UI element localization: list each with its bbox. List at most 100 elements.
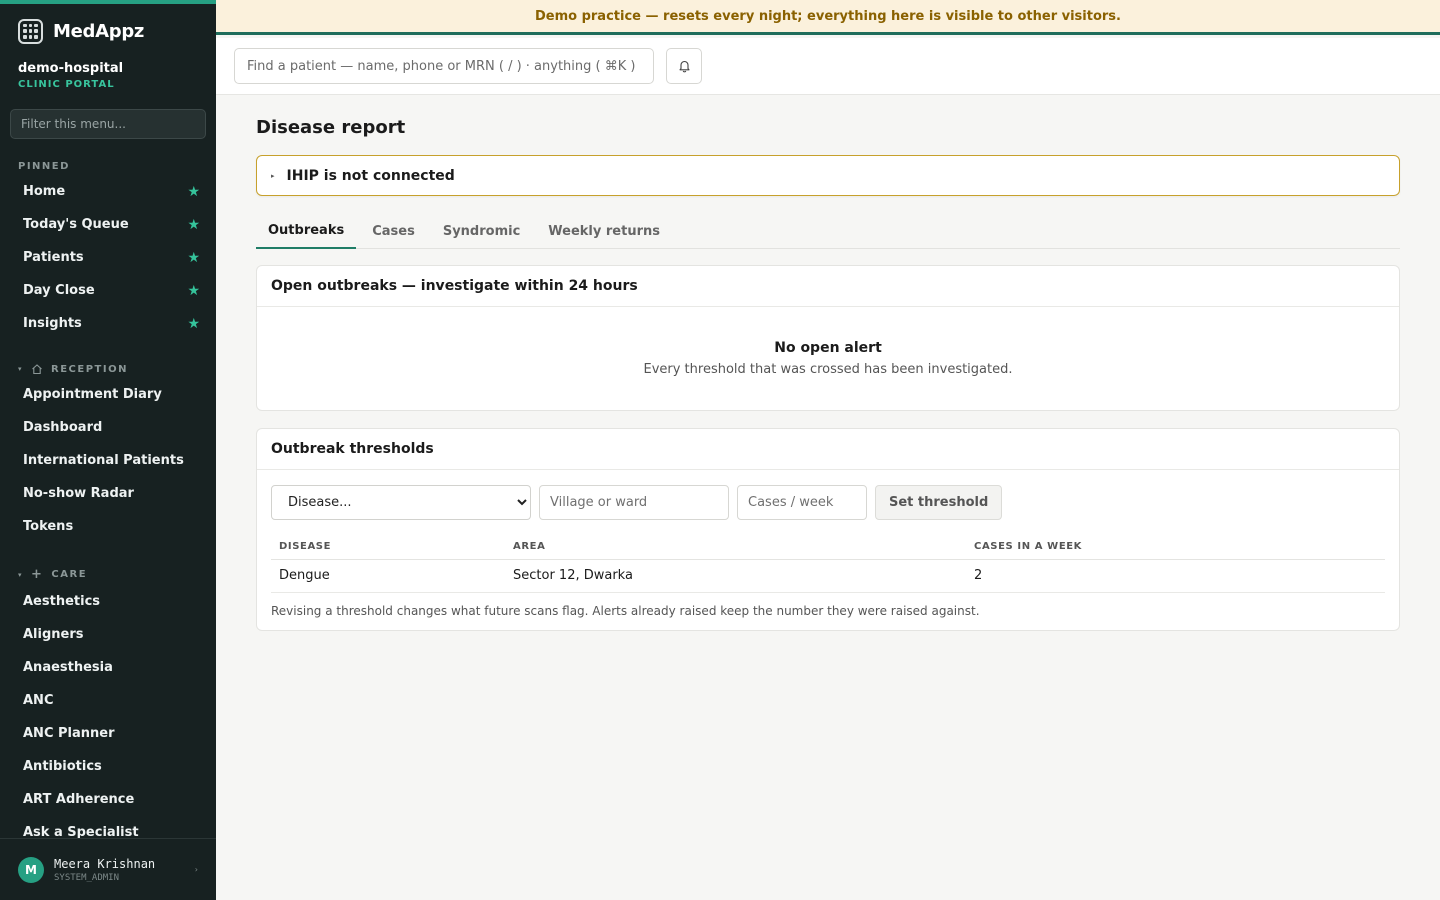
sidebar: MedAppz demo-hospital CLINIC PORTAL PINN… (0, 0, 216, 900)
notifications-button[interactable] (666, 48, 702, 84)
brand-name: MedAppz (53, 20, 145, 42)
sidebar-item-anc[interactable]: ANC (0, 684, 216, 717)
cell-cases: 2 (966, 559, 1385, 593)
threshold-form: Disease... Set threshold (257, 470, 1399, 520)
user-menu[interactable]: M Meera Krishnan SYSTEM_ADMIN › (0, 838, 216, 900)
brand[interactable]: MedAppz (0, 4, 216, 44)
threshold-note: Revising a threshold changes what future… (271, 603, 980, 618)
tab-cases[interactable]: Cases (360, 214, 427, 249)
sidebar-item-anc-planner[interactable]: ANC Planner (0, 717, 216, 750)
user-role: SYSTEM_ADMIN (54, 872, 120, 883)
sidebar-item-art-adherence[interactable]: ART Adherence (0, 783, 216, 816)
sidebar-item-label: Dashboard (23, 420, 103, 435)
open-outbreaks-card: Open outbreaks — investigate within 24 h… (256, 265, 1400, 411)
sidebar-item-anaesthesia[interactable]: Anaesthesia (0, 651, 216, 684)
sidebar-item-day-close[interactable]: Day Close ★ (0, 274, 216, 307)
section-label-text: RECEPTION (51, 363, 128, 375)
demo-banner-text: Demo practice — resets every night; ever… (534, 8, 1121, 24)
tab-weekly-returns[interactable]: Weekly returns (536, 214, 672, 249)
cases-per-week-input[interactable] (737, 485, 867, 520)
pinned-list: Home ★ Today's Queue ★ Patients ★ Day Close… (0, 175, 216, 340)
report-tabs: Outbreaks Cases Syndromic Weekly returns (256, 214, 1400, 249)
column-header-area: AREA (505, 534, 966, 560)
sidebar-item-international-patients[interactable]: International Patients (0, 444, 216, 477)
sidebar-item-antibiotics[interactable]: Antibiotics (0, 750, 216, 783)
section-toggle-care[interactable]: ▾ + CARE (0, 567, 216, 582)
table-row[interactable]: Dengue Sector 12, Dwarka 2 (271, 559, 1385, 593)
card-title: Outbreak thresholds (257, 429, 1399, 470)
disease-select[interactable]: Disease... (271, 485, 531, 520)
sidebar-item-label: Day Close (23, 283, 95, 298)
user-info: Meera Krishnan SYSTEM_ADMIN (54, 857, 155, 883)
ihip-status-text: IHIP is not connected (286, 167, 455, 184)
sidebar-item-label: ANC (23, 693, 54, 708)
table-header-row: DISEASE AREA CASES IN A WEEK (271, 534, 1385, 560)
cell-area: Sector 12, Dwarka (505, 559, 966, 593)
caret-down-icon: ▾ (18, 365, 24, 373)
sidebar-item-label: Anaesthesia (23, 660, 113, 675)
section-label-text: PINNED (18, 161, 70, 172)
sidebar-item-label: International Patients (23, 453, 184, 468)
sidebar-item-label: No-show Radar (23, 486, 134, 501)
village-ward-input[interactable] (539, 485, 729, 520)
set-threshold-button[interactable]: Set threshold (875, 485, 1003, 520)
org-subtitle: CLINIC PORTAL (18, 79, 115, 90)
thresholds-table: DISEASE AREA CASES IN A WEEK Dengue Sect… (271, 534, 1385, 593)
star-icon[interactable]: ★ (187, 217, 200, 233)
section-toggle-reception[interactable]: ▾ RECEPTION (0, 363, 216, 375)
sidebar-item-aligners[interactable]: Aligners (0, 618, 216, 651)
org-info: demo-hospital CLINIC PORTAL (0, 44, 216, 90)
section-label-text: CARE (51, 569, 88, 580)
card-title: Open outbreaks — investigate within 24 h… (257, 266, 1399, 307)
empty-state-title: No open alert (774, 340, 882, 356)
sidebar-item-patients[interactable]: Patients ★ (0, 241, 216, 274)
sidebar-item-todays-queue[interactable]: Today's Queue ★ (0, 208, 216, 241)
empty-state-message: Every threshold that was crossed has bee… (643, 362, 1013, 377)
star-icon[interactable]: ★ (187, 316, 200, 332)
plus-icon: + (31, 567, 44, 582)
sidebar-item-label: ART Adherence (23, 792, 135, 807)
triangle-right-icon: ▸ (271, 171, 275, 180)
user-name: Meera Krishnan (54, 856, 156, 871)
ihip-status-disclosure[interactable]: ▸ IHIP is not connected (256, 155, 1400, 196)
menu-filter-input[interactable] (10, 109, 206, 139)
patient-search-input[interactable] (234, 48, 654, 84)
sidebar-item-insights[interactable]: Insights ★ (0, 307, 216, 340)
star-icon[interactable]: ★ (187, 283, 200, 299)
sidebar-item-label: Aligners (23, 627, 84, 642)
sidebar-item-label: Insights (23, 316, 82, 331)
section-label-pinned: PINNED (0, 161, 216, 172)
sidebar-item-appointment-diary[interactable]: Appointment Diary (0, 378, 216, 411)
care-list: Aesthetics Aligners Anaesthesia ANC ANC … (0, 585, 216, 849)
outbreak-thresholds-card: Outbreak thresholds Disease... Set thres… (256, 428, 1400, 631)
bell-icon (678, 60, 690, 73)
chevron-right-icon: › (194, 865, 198, 874)
demo-banner: Demo practice — resets every night; ever… (216, 0, 1440, 35)
sidebar-item-label: Appointment Diary (23, 387, 162, 402)
sidebar-item-aesthetics[interactable]: Aesthetics (0, 585, 216, 618)
empty-state: No open alert Every threshold that was c… (257, 307, 1399, 377)
sidebar-item-dashboard[interactable]: Dashboard (0, 411, 216, 444)
page-title: Disease report (256, 117, 406, 138)
sidebar-item-label: Antibiotics (23, 759, 102, 774)
avatar: M (18, 856, 44, 883)
tab-syndromic[interactable]: Syndromic (431, 214, 532, 249)
tab-outbreaks[interactable]: Outbreaks (256, 214, 357, 249)
topbar (216, 38, 1440, 95)
sidebar-item-tokens[interactable]: Tokens (0, 510, 216, 543)
app-grid-logo-icon (18, 18, 43, 44)
star-icon[interactable]: ★ (187, 250, 200, 266)
reception-list: Appointment Diary Dashboard Internationa… (0, 378, 216, 543)
sidebar-item-label: ANC Planner (23, 726, 115, 741)
star-icon[interactable]: ★ (187, 184, 200, 200)
main-content: Disease report ▸ IHIP is not connected O… (256, 95, 1400, 631)
sidebar-item-label: Home (23, 184, 66, 199)
sidebar-item-label: Aesthetics (23, 594, 101, 609)
org-name: demo-hospital (18, 61, 124, 76)
cell-disease: Dengue (271, 559, 505, 593)
column-header-cases: CASES IN A WEEK (966, 534, 1385, 560)
sidebar-item-home[interactable]: Home ★ (0, 175, 216, 208)
caret-down-icon: ▾ (18, 570, 24, 579)
sidebar-item-no-show-radar[interactable]: No-show Radar (0, 477, 216, 510)
sidebar-item-label: Patients (23, 250, 84, 265)
